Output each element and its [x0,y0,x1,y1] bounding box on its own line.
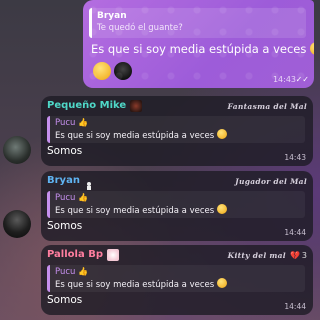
laughing-emoji-reaction-icon[interactable] [93,62,111,80]
reply-quote[interactable]: Pucu 👍 Es que si soy media estúpida a ve… [47,116,305,143]
outgoing-message-bubble[interactable]: Bryan Te quedó el guante? Es que si soy … [83,0,314,88]
member-title: Jugador del Mal [235,176,307,186]
message-time: 14:44 [284,302,306,311]
reply-sender-name: Pucu 👍 [55,118,89,128]
incoming-message-bubble[interactable]: Bryan Jugador del Mal Pucu 👍 Es que si s… [41,171,313,241]
avatar-bryan[interactable] [3,210,31,238]
reply-quote-text: Te quedó el guante? [97,23,183,33]
reply-sender-name: Pucu 👍 [55,193,89,203]
message-text: Somos [47,294,83,306]
sender-badge-icon [130,100,143,112]
incoming-message-bubble[interactable]: Pequeño Mike Fantasma del Mal Pucu 👍 Es … [41,96,313,166]
reactor-avatar [114,62,132,80]
sender-name[interactable]: Bryan [47,175,80,187]
reaction-count: 3 [301,250,307,260]
reply-quote-text: Es que si soy media estúpida a veces [55,204,305,217]
message-header: Pallola Bp Kitty del mal 💔 3 [47,248,307,262]
kitty-badge-icon [106,249,119,261]
incoming-message-bubble[interactable]: Pallola Bp Kitty del mal 💔 3 Pucu 👍 Es q… [41,245,313,315]
reply-quote[interactable]: Bryan Te quedó el guante? [89,8,306,38]
reactions-row[interactable] [93,62,132,80]
message-header: Pequeño Mike Fantasma del Mal [47,99,307,113]
heart-break-icon: 💔 [289,250,300,260]
smiling-emoji-icon [216,278,227,288]
message-text: Somos [47,220,83,232]
reply-quote-text: Es que si soy media estúpida a veces [55,129,305,142]
smiling-emoji-icon [216,204,227,214]
member-title: Kitty del mal [227,250,286,260]
message-text: Somos [47,145,83,157]
member-title: Fantasma del Mal [227,101,307,111]
smiling-emoji-icon [216,129,227,139]
message-header: Bryan Jugador del Mal [47,174,307,190]
message-text: Es que si soy media estúpida a veces [91,42,314,56]
reply-quote[interactable]: Pucu 👍 Es que si soy media estúpida a ve… [47,191,305,218]
reply-sender-name: Bryan [97,11,127,21]
sender-name[interactable]: Pequeño Mike [47,100,126,112]
thumbs-hand-icon: 👍 [78,267,89,276]
figure-badge-icon [84,176,94,190]
message-text-content: Es que si soy media estúpida a veces [91,42,307,56]
reply-quote[interactable]: Pucu 👍 Es que si soy media estúpida a ve… [47,265,305,292]
thumbs-hand-icon: 👍 [78,118,89,127]
reply-sender-name: Pucu 👍 [55,267,89,277]
smiling-emoji-icon [310,42,314,55]
double-check-icon: ✓✓ [295,75,309,84]
message-time: 14:44 [284,228,306,237]
sender-name[interactable]: Pallola Bp [47,249,103,261]
message-time: 14:43 [272,75,296,84]
message-time: 14:43 [284,153,306,162]
thumbs-hand-icon: 👍 [78,193,89,202]
reply-quote-text: Es que si soy media estúpida a veces [55,278,305,291]
avatar-pequeno-mike[interactable] [3,136,31,164]
